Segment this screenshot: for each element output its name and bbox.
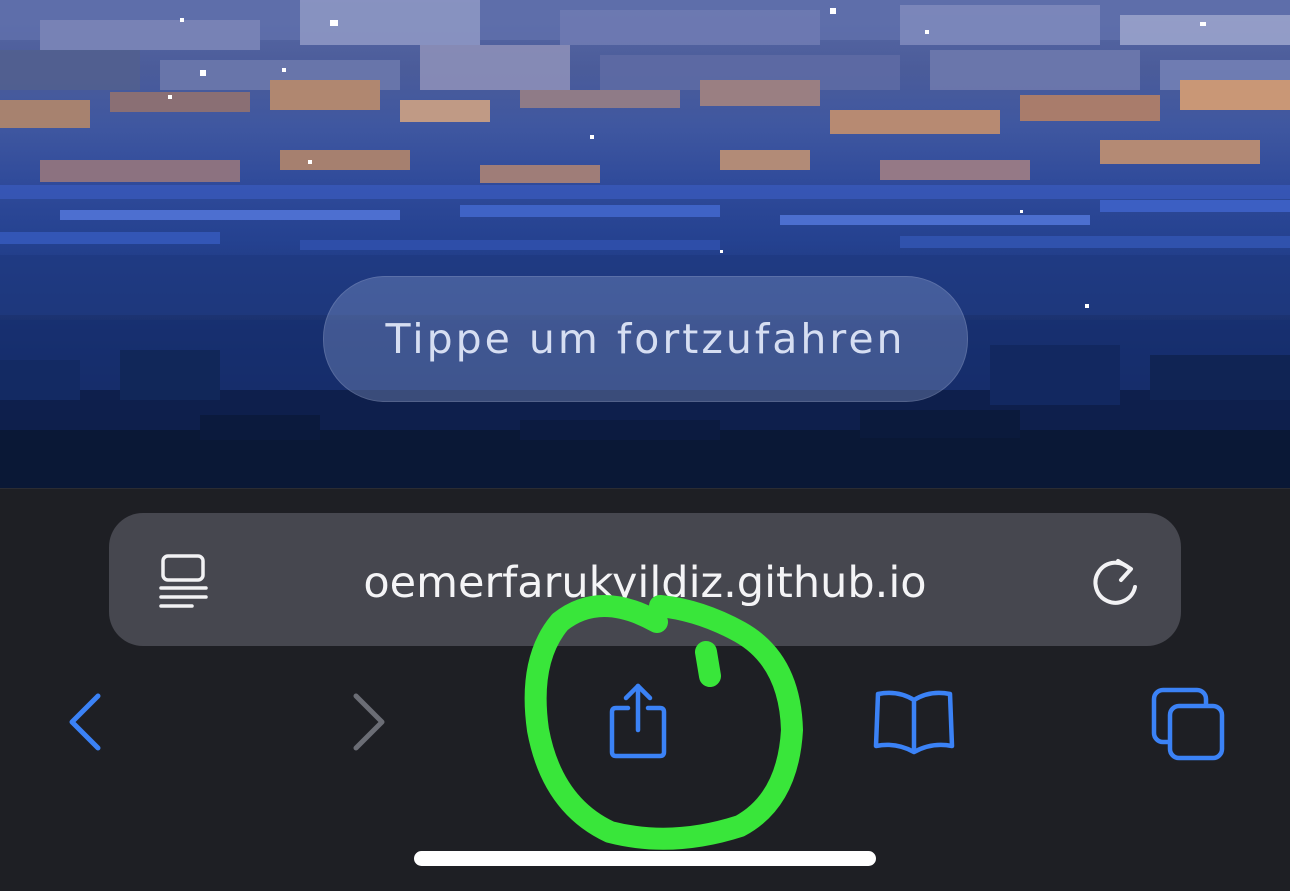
share-icon [609,683,667,759]
forward-button[interactable] [340,688,400,756]
reload-icon[interactable] [1088,553,1144,609]
tap-to-continue-button[interactable]: Tippe um fortzufahren [323,276,968,402]
open-book-icon [873,690,955,755]
bookmarks-button[interactable] [868,686,960,758]
page-background-scene: Tippe um fortzufahren [0,0,1290,488]
tap-to-continue-label: Tippe um fortzufahren [385,315,906,363]
home-indicator [414,851,876,866]
back-button[interactable] [58,688,118,756]
chevron-left-icon [69,693,101,751]
pixel-sky-art [0,0,1290,488]
share-button[interactable] [600,680,676,760]
chevron-right-icon [353,693,385,751]
url-field[interactable]: oemerfarukyildiz.github.io [230,553,1060,613]
tabs-icon [1151,687,1225,761]
reader-mode-icon[interactable] [158,553,210,609]
tabs-button[interactable] [1146,682,1230,766]
